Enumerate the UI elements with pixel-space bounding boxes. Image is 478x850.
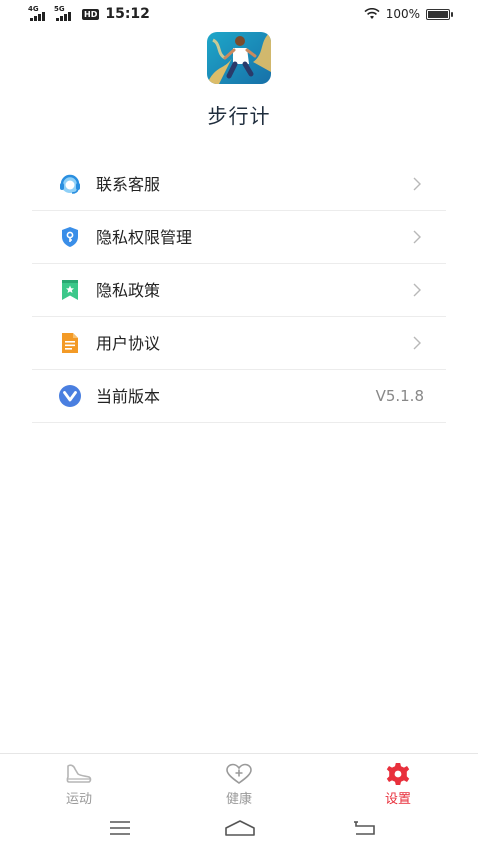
status-bar: 4G 5G HD 15:12 100%	[0, 0, 478, 30]
version-v-icon	[59, 385, 81, 407]
shield-key-icon	[62, 227, 78, 247]
menu-item-privacy-permissions[interactable]: 隐私权限管理	[32, 211, 446, 264]
wifi-icon	[364, 8, 380, 19]
tab-health[interactable]: 健康	[199, 762, 279, 807]
headset-icon	[60, 174, 80, 194]
menu-item-customer-service[interactable]: 联系客服	[32, 158, 446, 211]
chevron-right-icon	[413, 230, 421, 244]
menu-item-user-agreement[interactable]: 用户协议	[32, 317, 446, 370]
tab-label: 设置	[384, 792, 411, 807]
tab-label: 健康	[225, 792, 252, 807]
menu-icon[interactable]	[108, 818, 132, 838]
version-value: V5.1.8	[375, 387, 424, 405]
menu-item-label: 用户协议	[96, 334, 161, 353]
bookmark-star-icon	[62, 280, 78, 300]
heart-plus-icon	[226, 763, 252, 784]
back-icon[interactable]	[352, 818, 378, 838]
home-icon[interactable]	[224, 818, 256, 838]
menu-item-privacy-policy[interactable]: 隐私政策	[32, 264, 446, 317]
chevron-right-icon	[413, 177, 421, 191]
menu-item-current-version[interactable]: 当前版本 V5.1.8	[32, 370, 446, 423]
battery-icon	[426, 8, 453, 20]
app-name: 步行计	[207, 104, 271, 128]
document-icon	[62, 333, 78, 353]
runner-logo-icon	[207, 32, 271, 84]
bottom-nav: 运动 健康 设置	[0, 753, 478, 807]
chevron-right-icon	[413, 336, 421, 350]
hd-badge: HD	[82, 8, 100, 20]
chevron-right-icon	[413, 283, 421, 297]
tab-label: 运动	[65, 792, 92, 807]
signal-icon: 4G	[28, 5, 50, 22]
menu-item-label: 隐私权限管理	[96, 228, 193, 247]
status-time: 15:12	[105, 6, 150, 22]
gear-icon	[386, 763, 410, 785]
tab-exercise[interactable]: 运动	[39, 762, 119, 807]
menu-item-label: 联系客服	[96, 175, 161, 194]
system-nav-bar	[0, 808, 478, 850]
shoe-icon	[66, 764, 92, 783]
menu-item-label: 隐私政策	[96, 281, 161, 300]
battery-percent: 100%	[385, 7, 420, 21]
signal-icon: 5G	[54, 5, 76, 22]
tab-settings[interactable]: 设置	[358, 762, 438, 807]
menu-item-label: 当前版本	[96, 387, 161, 406]
settings-menu: 联系客服 隐私权限管理 隐私政策 用户协议 当前版本 V5.1.8	[32, 158, 446, 423]
